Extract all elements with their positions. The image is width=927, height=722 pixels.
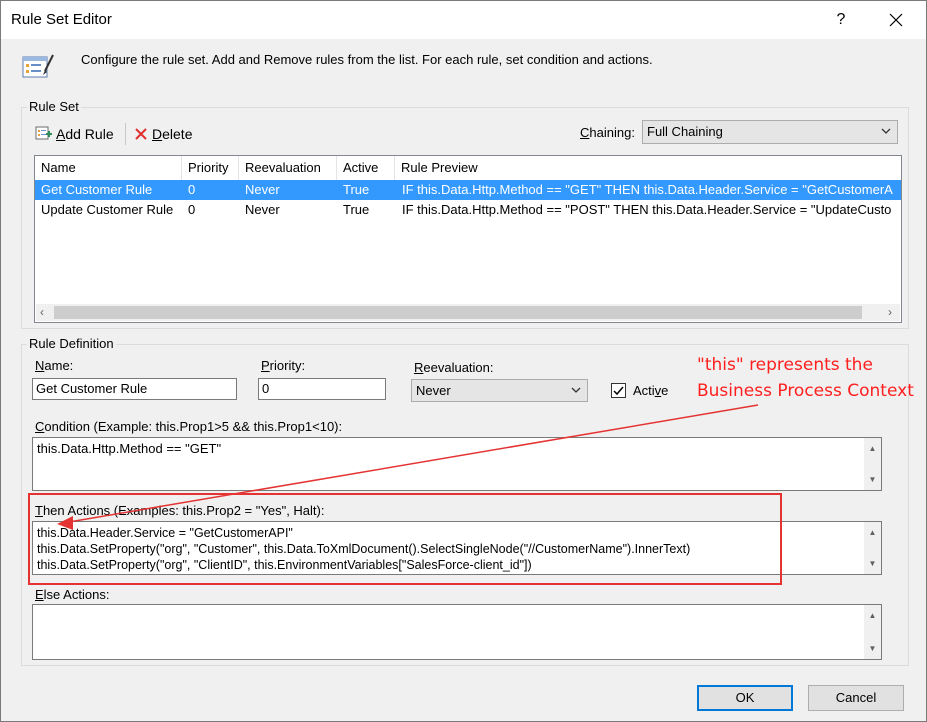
- annotation-line-2: Business Process Context: [697, 381, 914, 401]
- annotation-line-1: "this" represents the: [697, 355, 873, 375]
- rule-set-editor-window: Rule Set Editor ? Configure the rule set…: [0, 0, 927, 722]
